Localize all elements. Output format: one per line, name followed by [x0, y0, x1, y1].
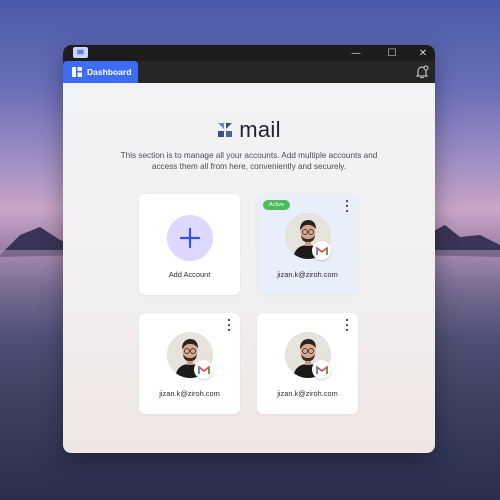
- account-card[interactable]: Active jizan.k@ziroh.com: [257, 194, 358, 295]
- more-options-icon[interactable]: [344, 200, 350, 212]
- gmail-icon: [312, 241, 331, 260]
- notification-bell-icon[interactable]: [414, 64, 430, 80]
- account-card[interactable]: jizan.k@ziroh.com: [139, 313, 240, 414]
- app-logo-icon: ✉: [73, 47, 88, 58]
- status-badge: Active: [263, 200, 290, 210]
- dashboard-icon: [72, 67, 82, 77]
- page-description: This section is to manage all your accou…: [120, 151, 378, 171]
- account-email: jizan.k@ziroh.com: [277, 389, 338, 398]
- more-options-icon[interactable]: [344, 319, 350, 331]
- add-account-label: Add Account: [168, 270, 211, 279]
- mail-logo-icon: [218, 123, 233, 137]
- close-button[interactable]: ✕: [413, 45, 433, 61]
- maximize-button[interactable]: ☐: [382, 45, 402, 61]
- add-account-card[interactable]: Add Account: [139, 194, 240, 295]
- account-email: jizan.k@ziroh.com: [159, 389, 220, 398]
- tab-dashboard[interactable]: Dashboard: [63, 61, 138, 83]
- brand: mail: [63, 117, 435, 143]
- tab-bar: Dashboard: [63, 61, 435, 83]
- account-email: jizan.k@ziroh.com: [277, 270, 338, 279]
- brand-name: mail: [239, 117, 281, 142]
- app-window: ✉ — ☐ ✕ Dashboard mail This section is t…: [63, 45, 435, 453]
- minimize-button[interactable]: —: [346, 45, 366, 61]
- gmail-icon: [312, 360, 331, 379]
- plus-icon: [180, 228, 200, 248]
- title-bar: ✉ — ☐ ✕: [63, 45, 435, 61]
- add-circle[interactable]: [167, 215, 213, 261]
- more-options-icon[interactable]: [226, 319, 232, 331]
- tab-dashboard-label: Dashboard: [87, 67, 132, 77]
- gmail-icon: [194, 360, 213, 379]
- account-card[interactable]: jizan.k@ziroh.com: [257, 313, 358, 414]
